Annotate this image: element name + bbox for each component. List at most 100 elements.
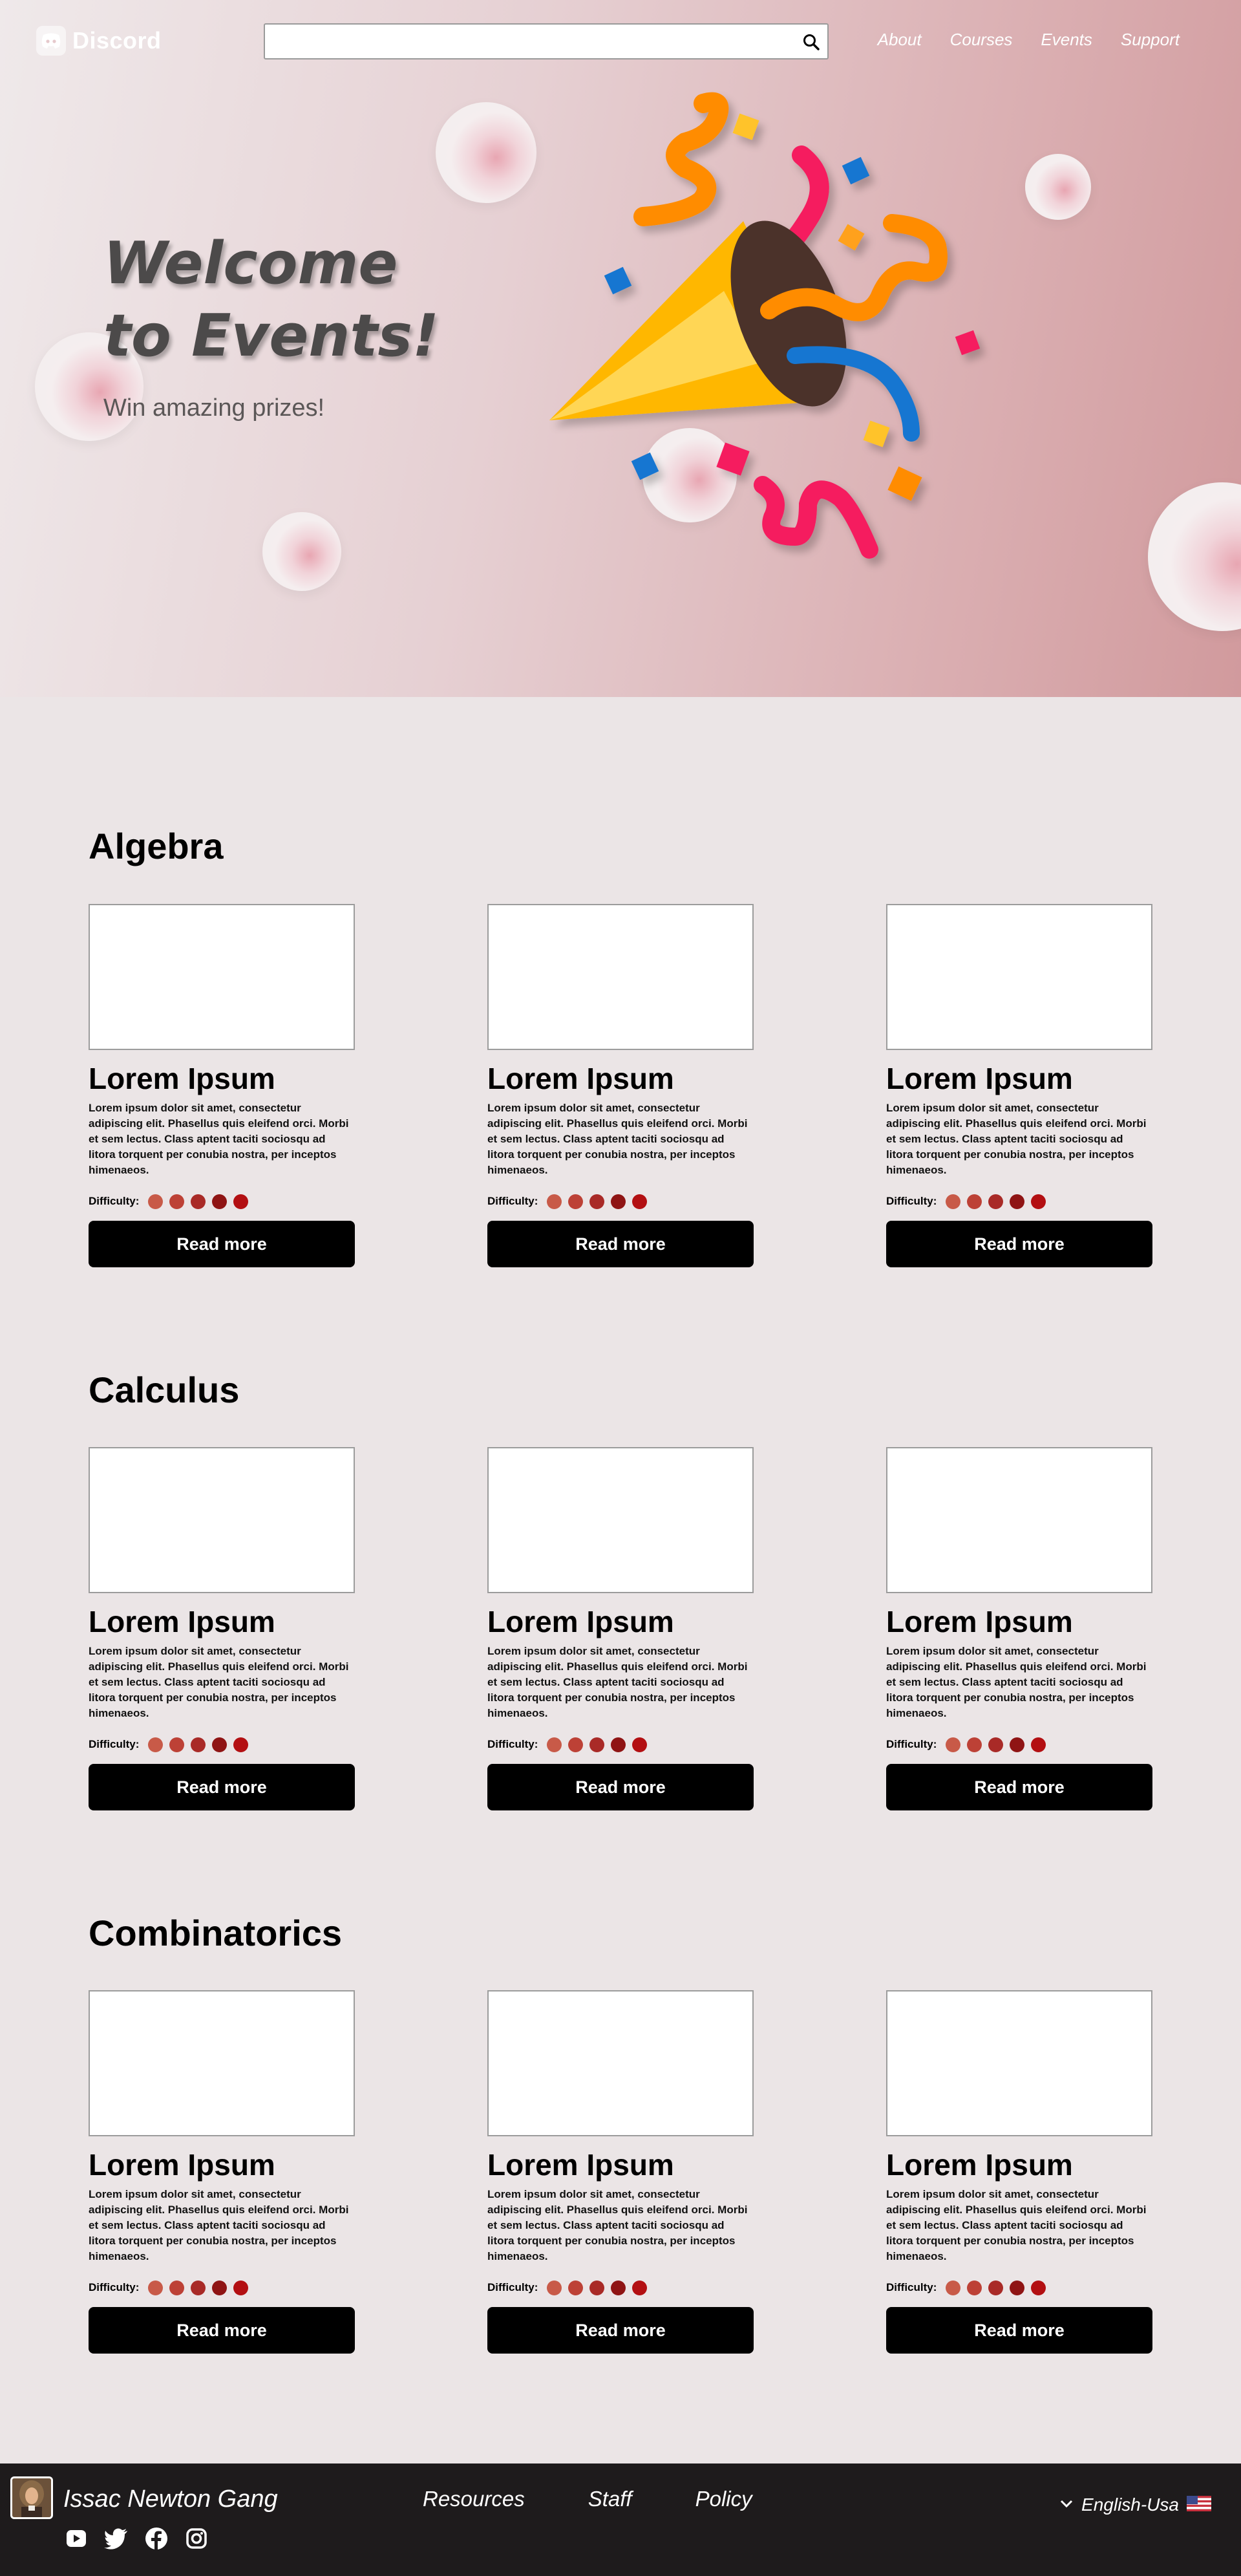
read-more-button[interactable]: Read more (886, 2307, 1152, 2354)
difficulty-label: Difficulty: (89, 2281, 140, 2293)
card-description: Lorem ipsum dolor sit amet, consectetur … (886, 2188, 1147, 2262)
difficulty-dot (611, 2280, 626, 2295)
language-label: English-Usa (1081, 2495, 1179, 2515)
difficulty-label: Difficulty: (487, 2281, 538, 2293)
card-image (886, 904, 1152, 1050)
difficulty-dot (568, 1737, 584, 1752)
difficulty-label: Difficulty: (886, 1738, 937, 1750)
difficulty-dot (212, 1194, 228, 1209)
difficulty-dot (212, 1737, 228, 1752)
card-description: Lorem ipsum dolor sit amet, consectetur … (89, 2188, 349, 2262)
card-title: Lorem Ipsum (886, 1605, 1073, 1638)
difficulty-dot (632, 1737, 648, 1752)
facebook-icon[interactable] (143, 2526, 169, 2551)
difficulty-dot (1010, 1194, 1025, 1209)
search-bar (264, 23, 829, 59)
difficulty-dot (169, 1737, 185, 1752)
logo[interactable]: Discord (36, 26, 162, 56)
section-title-calculus: Calculus (89, 1369, 240, 1410)
difficulty-dot (191, 2280, 206, 2295)
card-title: Lorem Ipsum (89, 1062, 275, 1095)
difficulty-dot (632, 1194, 648, 1209)
card-description: Lorem ipsum dolor sit amet, consectetur … (487, 2188, 748, 2262)
difficulty-dot (1010, 1737, 1025, 1752)
youtube-icon[interactable] (63, 2526, 89, 2551)
difficulty-dot (233, 1737, 249, 1752)
course-card: Lorem Ipsum Lorem ipsum dolor sit amet, … (89, 1990, 355, 2354)
card-image (89, 1990, 355, 2136)
card-title: Lorem Ipsum (487, 1062, 674, 1095)
card-description: Lorem ipsum dolor sit amet, consectetur … (886, 1645, 1147, 1719)
twitter-icon[interactable] (103, 2526, 129, 2551)
footer-link-staff[interactable]: Staff (588, 2487, 632, 2511)
read-more-button[interactable]: Read more (89, 1221, 355, 1267)
card-description: Lorem ipsum dolor sit amet, consectetur … (89, 1102, 349, 1176)
main-nav: About Courses Events Support (849, 30, 1180, 50)
difficulty-dot (967, 2280, 982, 2295)
card-description: Lorem ipsum dolor sit amet, consectetur … (886, 1102, 1147, 1176)
card-image (89, 904, 355, 1050)
difficulty-dot (632, 2280, 648, 2295)
read-more-button[interactable]: Read more (487, 2307, 754, 2354)
card-description: Lorem ipsum dolor sit amet, consectetur … (89, 1645, 349, 1719)
difficulty-label: Difficulty: (89, 1738, 140, 1750)
instagram-icon[interactable] (184, 2526, 209, 2551)
difficulty-dot (148, 1194, 164, 1209)
nav-events[interactable]: Events (1041, 30, 1092, 50)
difficulty-dot (547, 1194, 562, 1209)
difficulty-dot (191, 1737, 206, 1752)
difficulty-dot (988, 1737, 1004, 1752)
difficulty-dot (148, 1737, 164, 1752)
difficulty-rating: Difficulty: (487, 1735, 754, 1754)
difficulty-dot (191, 1194, 206, 1209)
decor-bubble (1148, 482, 1241, 631)
card-title: Lorem Ipsum (89, 1605, 275, 1638)
difficulty-rating: Difficulty: (487, 2279, 754, 2297)
nav-about[interactable]: About (878, 30, 922, 50)
card-image (886, 1990, 1152, 2136)
difficulty-label: Difficulty: (89, 1195, 140, 1207)
difficulty-dot (568, 1194, 584, 1209)
difficulty-dot (568, 2280, 584, 2295)
difficulty-dot (988, 1194, 1004, 1209)
hero-title: Welcome to Events! (103, 230, 440, 370)
read-more-button[interactable]: Read more (886, 1221, 1152, 1267)
footer-link-resources[interactable]: Resources (423, 2487, 525, 2511)
difficulty-label: Difficulty: (886, 2281, 937, 2293)
decor-bubble (262, 512, 341, 591)
difficulty-rating: Difficulty: (89, 1192, 355, 1210)
nav-courses[interactable]: Courses (950, 30, 1013, 50)
difficulty-label: Difficulty: (487, 1738, 538, 1750)
social-links (63, 2526, 209, 2551)
difficulty-dot (169, 2280, 185, 2295)
read-more-button[interactable]: Read more (487, 1221, 754, 1267)
difficulty-dot (169, 1194, 185, 1209)
card-image (487, 1447, 754, 1593)
course-card: Lorem Ipsum Lorem ipsum dolor sit amet, … (487, 1990, 754, 2354)
difficulty-dot (1031, 2280, 1046, 2295)
card-title: Lorem Ipsum (487, 1605, 674, 1638)
language-selector[interactable]: English-Usa (1059, 2495, 1211, 2515)
card-description: Lorem ipsum dolor sit amet, consectetur … (487, 1102, 748, 1176)
search-icon[interactable] (801, 32, 821, 52)
read-more-button[interactable]: Read more (487, 1764, 754, 1810)
course-card: Lorem Ipsum Lorem ipsum dolor sit amet, … (487, 1447, 754, 1810)
difficulty-label: Difficulty: (487, 1195, 538, 1207)
decor-bubble (436, 102, 536, 203)
card-image (487, 904, 754, 1050)
difficulty-dot (547, 2280, 562, 2295)
read-more-button[interactable]: Read more (89, 1764, 355, 1810)
discord-icon (36, 26, 66, 56)
footer-link-policy[interactable]: Policy (695, 2487, 752, 2511)
difficulty-dot (967, 1194, 982, 1209)
search-input[interactable] (265, 25, 795, 58)
nav-support[interactable]: Support (1121, 30, 1180, 50)
difficulty-dot (148, 2280, 164, 2295)
read-more-button[interactable]: Read more (886, 1764, 1152, 1810)
difficulty-dot (547, 1737, 562, 1752)
party-popper-icon (549, 92, 981, 559)
card-title: Lorem Ipsum (487, 2148, 674, 2182)
difficulty-rating: Difficulty: (886, 2279, 1152, 2297)
difficulty-label: Difficulty: (886, 1195, 937, 1207)
read-more-button[interactable]: Read more (89, 2307, 355, 2354)
